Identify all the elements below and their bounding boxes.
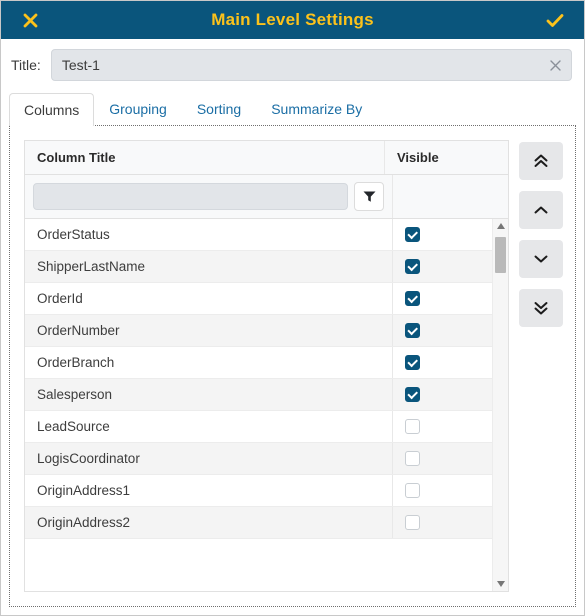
filter-cell-column-title [25, 175, 392, 218]
row-visible-cell [392, 283, 492, 315]
move-down-button[interactable] [519, 240, 563, 279]
title-input-wrapper [50, 49, 572, 81]
row-column-title: OrderStatus [37, 227, 110, 243]
row-column-title: OrderId [37, 291, 83, 307]
header-scroll-spacer [484, 141, 508, 174]
grid-body: OrderStatus ShipperLastName OrderId OrderNu… [25, 219, 508, 591]
title-field-row: Title: [1, 39, 584, 90]
table-row[interactable]: LogisCoordinator [25, 443, 492, 476]
funnel-filter-icon[interactable] [354, 182, 384, 212]
table-row[interactable]: OrderId [25, 283, 492, 316]
double-chevron-up-icon [533, 154, 549, 168]
row-visible-cell [392, 411, 492, 443]
row-visible-cell [392, 475, 492, 507]
columns-tab-panel: Column Title Visible OrderStatus Shipper… [9, 125, 576, 607]
filter-scroll-spacer [492, 175, 508, 218]
move-to-bottom-button[interactable] [519, 289, 563, 328]
row-visible-cell [392, 219, 492, 251]
row-column-title: Salesperson [37, 387, 113, 403]
visible-checkbox[interactable] [405, 355, 420, 371]
grid-filter-row [25, 175, 508, 220]
row-visible-cell [392, 379, 492, 411]
move-up-button[interactable] [519, 191, 563, 230]
table-row[interactable]: LeadSource [25, 411, 492, 444]
tab-summarize-by[interactable]: Summarize By [256, 92, 377, 125]
tab-bar: Columns Grouping Sorting Summarize By [1, 92, 584, 127]
grid-rows: OrderStatus ShipperLastName OrderId OrderNu… [25, 219, 492, 591]
table-row[interactable]: OrderNumber [25, 315, 492, 348]
row-column-title: OrderNumber [37, 323, 120, 339]
settings-dialog: Main Level Settings Title: Columns Group… [0, 0, 585, 616]
grid-header-row: Column Title Visible [25, 141, 508, 176]
double-chevron-down-icon [533, 301, 549, 315]
visible-checkbox[interactable] [405, 451, 420, 467]
scrollbar-track[interactable] [493, 233, 508, 577]
chevron-down-icon [533, 254, 549, 264]
triangle-down-icon[interactable] [493, 577, 508, 591]
grid-vertical-scrollbar[interactable] [492, 219, 508, 591]
filter-cell-visible [392, 175, 492, 219]
title-field-label: Title: [11, 57, 41, 73]
tab-sorting[interactable]: Sorting [182, 92, 256, 125]
row-column-title: OrderBranch [37, 355, 115, 371]
table-row[interactable]: Salesperson [25, 379, 492, 412]
visible-checkbox[interactable] [405, 387, 420, 403]
visible-checkbox[interactable] [405, 483, 420, 499]
table-row[interactable]: OrderStatus [25, 219, 492, 252]
row-visible-cell [392, 347, 492, 379]
row-visible-cell [392, 507, 492, 539]
tab-grouping[interactable]: Grouping [94, 92, 182, 125]
row-move-buttons [519, 140, 563, 592]
visible-checkbox[interactable] [405, 515, 420, 531]
check-icon[interactable] [544, 9, 566, 31]
table-row[interactable]: ShipperLastName [25, 251, 492, 284]
visible-checkbox[interactable] [405, 259, 420, 275]
dialog-titlebar: Main Level Settings [1, 1, 584, 39]
title-input[interactable] [51, 50, 571, 80]
table-row[interactable]: OriginAddress1 [25, 475, 492, 508]
triangle-up-icon[interactable] [493, 219, 508, 233]
header-column-title: Column Title [37, 150, 116, 166]
page-title: Main Level Settings [211, 10, 374, 29]
visible-checkbox[interactable] [405, 291, 420, 307]
row-column-title: LogisCoordinator [37, 451, 140, 467]
row-visible-cell [392, 251, 492, 283]
close-x-icon[interactable] [19, 9, 41, 31]
title-clear-icon[interactable] [547, 57, 563, 73]
visible-checkbox[interactable] [405, 419, 420, 435]
row-column-title: OriginAddress1 [37, 483, 131, 499]
row-column-title: LeadSource [37, 419, 110, 435]
header-visible: Visible [384, 141, 484, 175]
table-row[interactable]: OrderBranch [25, 347, 492, 380]
table-row[interactable]: OriginAddress2 [25, 507, 492, 540]
row-visible-cell [392, 443, 492, 475]
row-column-title: OriginAddress2 [37, 515, 131, 531]
visible-checkbox[interactable] [405, 323, 420, 339]
columns-grid: Column Title Visible OrderStatus Shipper… [24, 140, 509, 592]
visible-checkbox[interactable] [405, 227, 420, 243]
row-visible-cell [392, 315, 492, 347]
column-title-filter-input[interactable] [33, 183, 348, 211]
chevron-up-icon [533, 205, 549, 215]
scrollbar-thumb[interactable] [495, 237, 506, 274]
tab-columns[interactable]: Columns [9, 93, 95, 127]
move-to-top-button[interactable] [519, 142, 563, 181]
row-column-title: ShipperLastName [37, 259, 146, 275]
